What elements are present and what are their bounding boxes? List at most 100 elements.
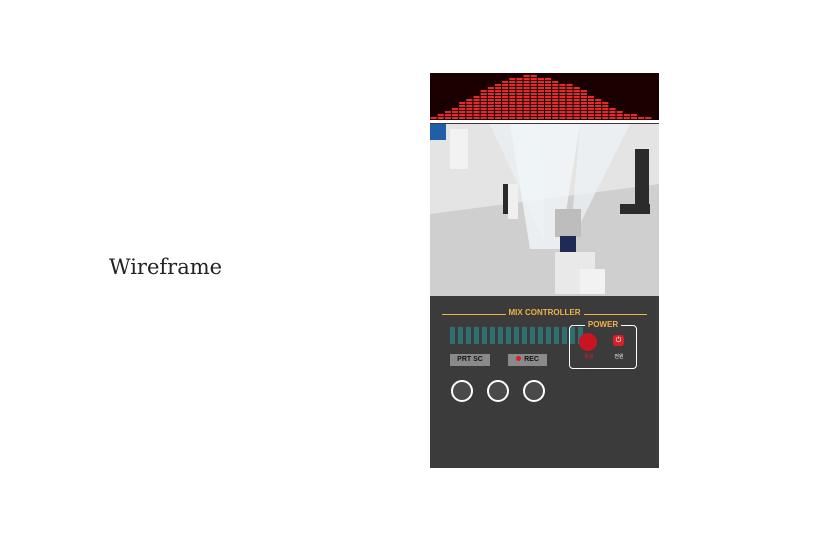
equalizer-cell <box>502 87 509 89</box>
power-main-button[interactable] <box>579 333 597 351</box>
equalizer-cell <box>616 111 623 113</box>
print-screen-button[interactable]: PRT SC <box>450 354 490 366</box>
equalizer-cell <box>523 114 530 116</box>
meter-segment <box>466 327 471 344</box>
level-meter <box>450 327 583 344</box>
equalizer-cell <box>552 84 559 86</box>
power-main-label: 활성 <box>584 354 594 360</box>
equalizer-cell <box>602 114 609 116</box>
equalizer-cell <box>502 105 509 107</box>
equalizer-cell <box>516 117 523 119</box>
equalizer-cell <box>516 114 523 116</box>
equalizer-cell <box>494 117 502 119</box>
equalizer-cell <box>466 105 473 107</box>
equalizer-cell <box>473 99 480 101</box>
record-label: REC <box>524 356 539 363</box>
equalizer-cell <box>552 90 559 92</box>
knob-2[interactable] <box>487 380 509 402</box>
equalizer-cell <box>552 114 559 116</box>
equalizer-cell <box>487 90 494 92</box>
meter-segment <box>522 327 527 344</box>
equalizer-cell <box>480 96 487 98</box>
page-label: Wireframe <box>109 255 223 279</box>
knob-1[interactable] <box>451 380 473 402</box>
equalizer-cell <box>545 102 552 104</box>
equalizer-cell <box>502 111 509 113</box>
equalizer-cell <box>466 99 473 101</box>
equalizer-cell <box>502 117 509 119</box>
meter-segment <box>546 327 551 344</box>
equalizer-cell <box>509 78 516 80</box>
equalizer-cell <box>587 108 595 110</box>
equalizer-cell <box>466 117 473 119</box>
equalizer-cell <box>530 96 537 98</box>
equalizer-cell <box>437 114 444 116</box>
equalizer-bars <box>430 75 652 119</box>
equalizer-cell <box>537 93 544 95</box>
equalizer-cell <box>487 114 494 116</box>
equalizer-cell <box>537 84 544 86</box>
equalizer-cell <box>602 102 609 104</box>
equalizer-cell <box>459 108 466 110</box>
equalizer-cell <box>516 96 523 98</box>
meter-segment <box>562 327 567 344</box>
equalizer-cell <box>580 99 587 101</box>
equalizer-cell <box>566 96 573 98</box>
equalizer-cell <box>587 111 595 113</box>
equalizer-cell <box>580 102 587 104</box>
print-screen-label: PRT SC <box>457 356 483 363</box>
knob-3[interactable] <box>523 380 545 402</box>
equalizer-cell <box>616 114 623 116</box>
equalizer-cell <box>451 108 459 110</box>
equalizer-cell <box>480 93 487 95</box>
equalizer-cell <box>502 108 509 110</box>
mix-controller-panel: MIX CONTROLLER PRT SC REC POWER 활성 ⏻ 전원 <box>430 296 659 468</box>
equalizer-cell <box>437 117 444 119</box>
equalizer-cell <box>552 87 559 89</box>
equalizer-cell <box>516 99 523 101</box>
equalizer-cell <box>487 93 494 95</box>
equalizer-cell <box>466 108 473 110</box>
equalizer-cell <box>487 105 494 107</box>
phone-frame: MIX CONTROLLER PRT SC REC POWER 활성 ⏻ 전원 <box>430 73 659 468</box>
equalizer-cell <box>545 81 552 83</box>
equalizer-cell <box>480 90 487 92</box>
equalizer-cell <box>523 111 530 113</box>
equalizer-cell <box>466 114 473 116</box>
equalizer-cell <box>545 93 552 95</box>
equalizer-cell <box>559 93 566 95</box>
equalizer-cell <box>530 108 537 110</box>
equalizer-cell <box>559 84 566 86</box>
meter-segment <box>506 327 511 344</box>
equalizer-cell <box>595 99 602 101</box>
equalizer-cell <box>494 105 502 107</box>
equalizer-cell <box>587 114 595 116</box>
equalizer-cell <box>559 105 566 107</box>
equalizer-cell <box>509 102 516 104</box>
equalizer-cell <box>537 81 544 83</box>
equalizer-cell <box>573 111 580 113</box>
equalizer-cell <box>494 84 502 86</box>
equalizer-cell <box>630 117 638 119</box>
equalizer-cell <box>509 108 516 110</box>
equalizer-cell <box>580 117 587 119</box>
equalizer-cell <box>451 117 459 119</box>
equalizer-cell <box>559 87 566 89</box>
equalizer-cell <box>602 111 609 113</box>
equalizer-cell <box>523 93 530 95</box>
equalizer-cell <box>545 90 552 92</box>
power-icon[interactable]: ⏻ <box>613 335 624 346</box>
equalizer-cell <box>545 111 552 113</box>
equalizer-cell <box>587 117 595 119</box>
equalizer-cell <box>573 96 580 98</box>
equalizer-cell <box>516 81 523 83</box>
equalizer-cell <box>595 102 602 104</box>
meter-segment <box>498 327 503 344</box>
equalizer-cell <box>509 117 516 119</box>
record-button[interactable]: REC <box>508 354 547 366</box>
meter-segment <box>490 327 495 344</box>
equalizer-cell <box>530 75 537 77</box>
equalizer-cell <box>595 111 602 113</box>
equalizer-cell <box>530 105 537 107</box>
equalizer-cell <box>559 96 566 98</box>
